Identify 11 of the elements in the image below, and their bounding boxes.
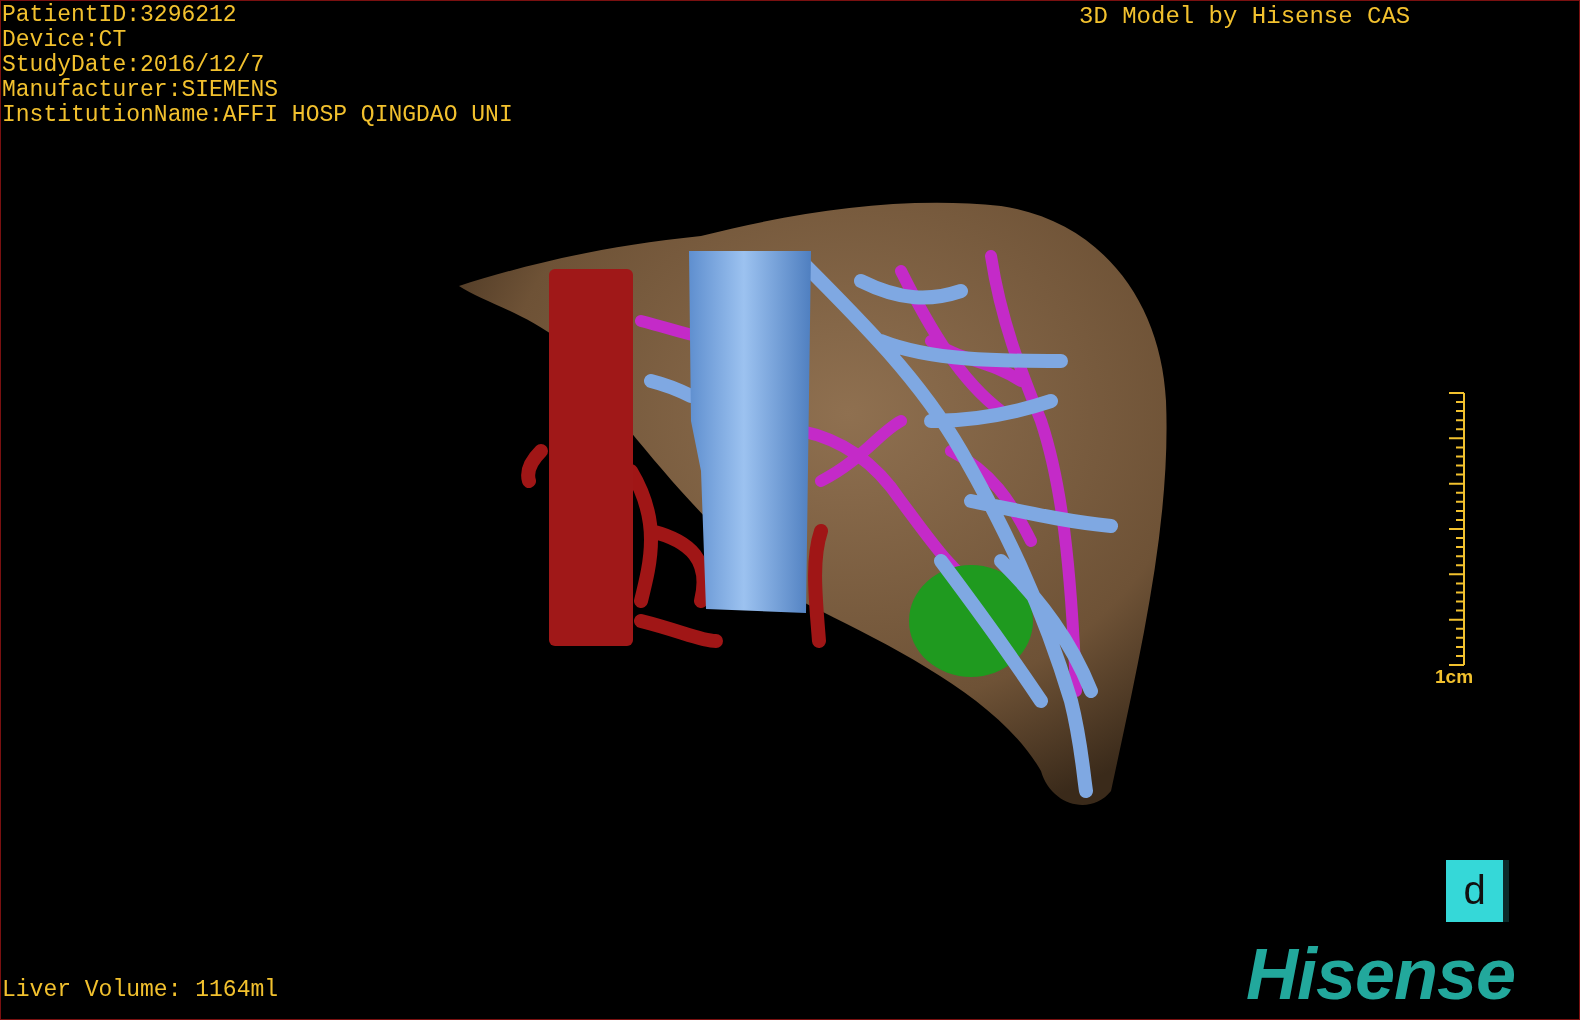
- study-info-line: PatientID:3296212: [2, 3, 238, 28]
- study-info-line: Manufacturer:SIEMENS: [2, 78, 280, 103]
- study-info-line: Device:CT: [2, 28, 128, 53]
- scale-label: 1cm: [1435, 667, 1474, 687]
- orientation-cube: d: [1446, 860, 1509, 922]
- model-title: 3D Model by Hisense CAS: [1079, 4, 1411, 29]
- liver-volume: Liver Volume: 1164ml: [2, 978, 279, 1003]
- scale-ruler-icon: [1447, 391, 1467, 667]
- study-info-line: StudyDate:2016/12/7: [2, 53, 266, 78]
- study-info-line: InstitutionName:AFFI HOSP QINGDAO UNI: [2, 103, 513, 128]
- logo: Hisense: [1246, 938, 1516, 1010]
